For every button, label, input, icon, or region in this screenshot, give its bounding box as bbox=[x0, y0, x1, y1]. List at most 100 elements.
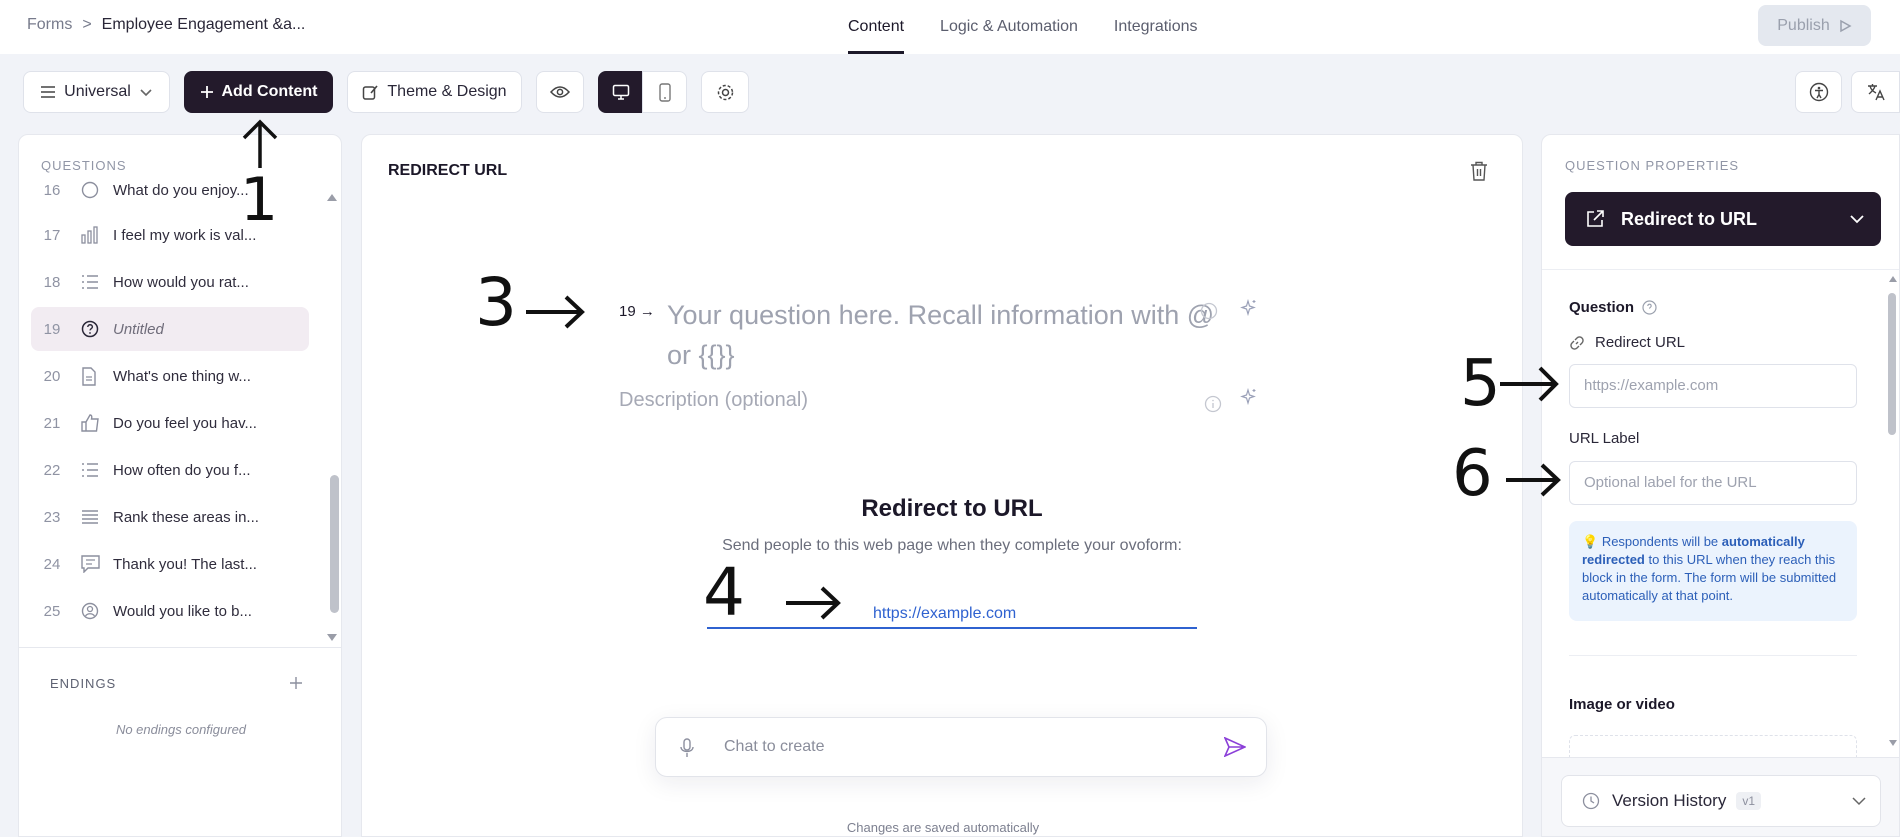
ai-sparkle-icon[interactable] bbox=[1240, 388, 1258, 406]
nav-tabs: Content Logic & Automation Integrations bbox=[848, 0, 1198, 54]
help-icon[interactable] bbox=[1642, 300, 1657, 315]
list-icon bbox=[73, 274, 113, 290]
annotation-arrow-3 bbox=[526, 295, 585, 329]
question-item-18[interactable]: 18 How would you rat... bbox=[31, 260, 309, 304]
mobile-icon bbox=[658, 82, 671, 102]
desktop-view-toggle[interactable] bbox=[598, 71, 643, 113]
question-title-input[interactable]: Your question here. Recall information w… bbox=[667, 295, 1227, 375]
question-number: 18 bbox=[43, 273, 61, 291]
settings-button[interactable] bbox=[701, 71, 749, 113]
question-text: How often do you f... bbox=[113, 461, 251, 479]
annotation-5: 5 bbox=[1460, 347, 1501, 421]
help-circle-icon bbox=[73, 320, 113, 338]
trash-icon[interactable] bbox=[1470, 161, 1488, 181]
redirect-preview: Redirect to URL Send people to this web … bbox=[707, 495, 1197, 555]
thumbs-up-icon bbox=[73, 414, 113, 432]
scrollbar-thumb[interactable] bbox=[330, 475, 339, 613]
annotation-6: 6 bbox=[1452, 437, 1493, 511]
ai-sparkle-icon[interactable] bbox=[1240, 299, 1258, 317]
chevron-down-icon bbox=[140, 89, 152, 97]
scroll-down-arrow[interactable] bbox=[326, 633, 338, 643]
divider bbox=[1542, 269, 1899, 270]
redirect-url-label: Redirect URL bbox=[1595, 334, 1686, 351]
annotation-4: 4 bbox=[703, 554, 745, 631]
questions-title: QUESTIONS bbox=[41, 158, 127, 173]
redirect-url-label-row: Redirect URL bbox=[1569, 334, 1685, 351]
autosave-note: Changes are saved automatically bbox=[846, 820, 1040, 835]
editor-canvas: REDIRECT URL 19 → Your question here. Re… bbox=[361, 134, 1523, 837]
mode-select[interactable]: Universal bbox=[23, 71, 170, 113]
info-icon[interactable] bbox=[1200, 302, 1218, 320]
redirect-url-field[interactable]: https://example.com bbox=[707, 597, 1197, 629]
redirect-url-input[interactable]: https://example.com bbox=[1569, 364, 1857, 408]
annotation-3: 3 bbox=[475, 264, 517, 341]
question-item-20[interactable]: 20 What's one thing w... bbox=[31, 354, 309, 398]
scroll-down-arrow[interactable] bbox=[1888, 738, 1898, 748]
list-icon bbox=[73, 462, 113, 478]
scrollbar-thumb[interactable] bbox=[1888, 293, 1896, 435]
annotation-1: 1 bbox=[240, 165, 279, 235]
link-icon bbox=[1570, 335, 1584, 350]
external-link-icon bbox=[1587, 210, 1604, 227]
accessibility-button[interactable] bbox=[1795, 71, 1842, 113]
question-text: Untitled bbox=[113, 320, 164, 338]
chevron-down-icon bbox=[1852, 797, 1866, 806]
question-item-21[interactable]: 21 Do you feel you hav... bbox=[31, 401, 309, 445]
info-icon[interactable] bbox=[1204, 395, 1222, 413]
user-circle-icon bbox=[73, 602, 113, 620]
gear-icon bbox=[717, 84, 733, 100]
question-list: 16 What do you enjoy... 17 I feel my wor… bbox=[31, 175, 329, 630]
question-text: How would you rat... bbox=[113, 273, 249, 291]
question-number: 16 bbox=[43, 181, 61, 199]
tab-logic-automation[interactable]: Logic & Automation bbox=[940, 0, 1078, 54]
question-item-23[interactable]: 23 Rank these areas in... bbox=[31, 495, 309, 539]
question-number: 17 bbox=[43, 226, 61, 244]
chat-box[interactable]: Chat to create bbox=[655, 717, 1267, 777]
add-ending-plus-icon[interactable] bbox=[289, 676, 303, 690]
annotation-arrow-4 bbox=[786, 586, 841, 620]
chat-input[interactable]: Chat to create bbox=[724, 738, 825, 756]
url-label-label: URL Label bbox=[1569, 430, 1640, 447]
top-bar: Forms > Employee Engagement &a... Conten… bbox=[0, 0, 1900, 54]
question-type-dropdown[interactable]: Redirect to URL bbox=[1565, 192, 1881, 246]
question-item-24[interactable]: 24 Thank you! The last... bbox=[31, 542, 309, 586]
question-text: Rank these areas in... bbox=[113, 508, 259, 526]
publish-button[interactable]: Publish bbox=[1758, 5, 1871, 46]
scroll-up-arrow[interactable] bbox=[326, 192, 338, 202]
question-section-label: Question bbox=[1569, 299, 1657, 316]
scroll-up-arrow[interactable] bbox=[1888, 274, 1898, 284]
info-text-start: Respondents will be bbox=[1601, 534, 1722, 549]
block-title: REDIRECT URL bbox=[388, 162, 508, 179]
translate-icon bbox=[1867, 84, 1885, 101]
breadcrumb-current[interactable]: Employee Engagement &a... bbox=[102, 16, 306, 34]
add-content-button[interactable]: Add Content bbox=[184, 71, 333, 113]
translate-button[interactable] bbox=[1851, 71, 1900, 113]
preview-button[interactable] bbox=[536, 71, 584, 113]
bar-chart-icon bbox=[73, 226, 113, 244]
publish-label: Publish bbox=[1777, 16, 1830, 34]
question-number: 21 bbox=[43, 414, 61, 432]
breadcrumb-forms-link[interactable]: Forms bbox=[27, 16, 72, 34]
version-history-dropdown[interactable]: Version History v1 bbox=[1561, 775, 1881, 827]
tab-integrations[interactable]: Integrations bbox=[1114, 0, 1198, 54]
annotation-arrow-6 bbox=[1506, 463, 1561, 497]
question-number: 25 bbox=[43, 602, 61, 620]
question-number: 23 bbox=[43, 508, 61, 526]
microphone-icon[interactable] bbox=[680, 738, 694, 758]
tab-content[interactable]: Content bbox=[848, 0, 905, 54]
question-item-22[interactable]: 22 How often do you f... bbox=[31, 448, 309, 492]
menu-icon bbox=[41, 86, 56, 98]
mobile-view-toggle[interactable] bbox=[642, 71, 687, 113]
redirect-subtitle: Send people to this web page when they c… bbox=[722, 537, 1182, 554]
question-item-25[interactable]: 25 Would you like to b... bbox=[31, 589, 309, 630]
description-input[interactable]: Description (optional) bbox=[619, 389, 808, 412]
plus-icon bbox=[200, 86, 213, 98]
properties-panel: QUESTION PROPERTIES Redirect to URL Ques… bbox=[1541, 134, 1900, 837]
send-icon[interactable] bbox=[1224, 737, 1246, 757]
eye-icon bbox=[550, 86, 570, 98]
question-text: Do you feel you hav... bbox=[113, 414, 257, 432]
url-label-input[interactable]: Optional label for the URL bbox=[1569, 461, 1857, 505]
question-item-19[interactable]: 19 Untitled bbox=[31, 307, 309, 351]
theme-design-button[interactable]: Theme & Design bbox=[347, 71, 522, 113]
endings-section: ENDINGS No endings configured bbox=[19, 647, 341, 737]
